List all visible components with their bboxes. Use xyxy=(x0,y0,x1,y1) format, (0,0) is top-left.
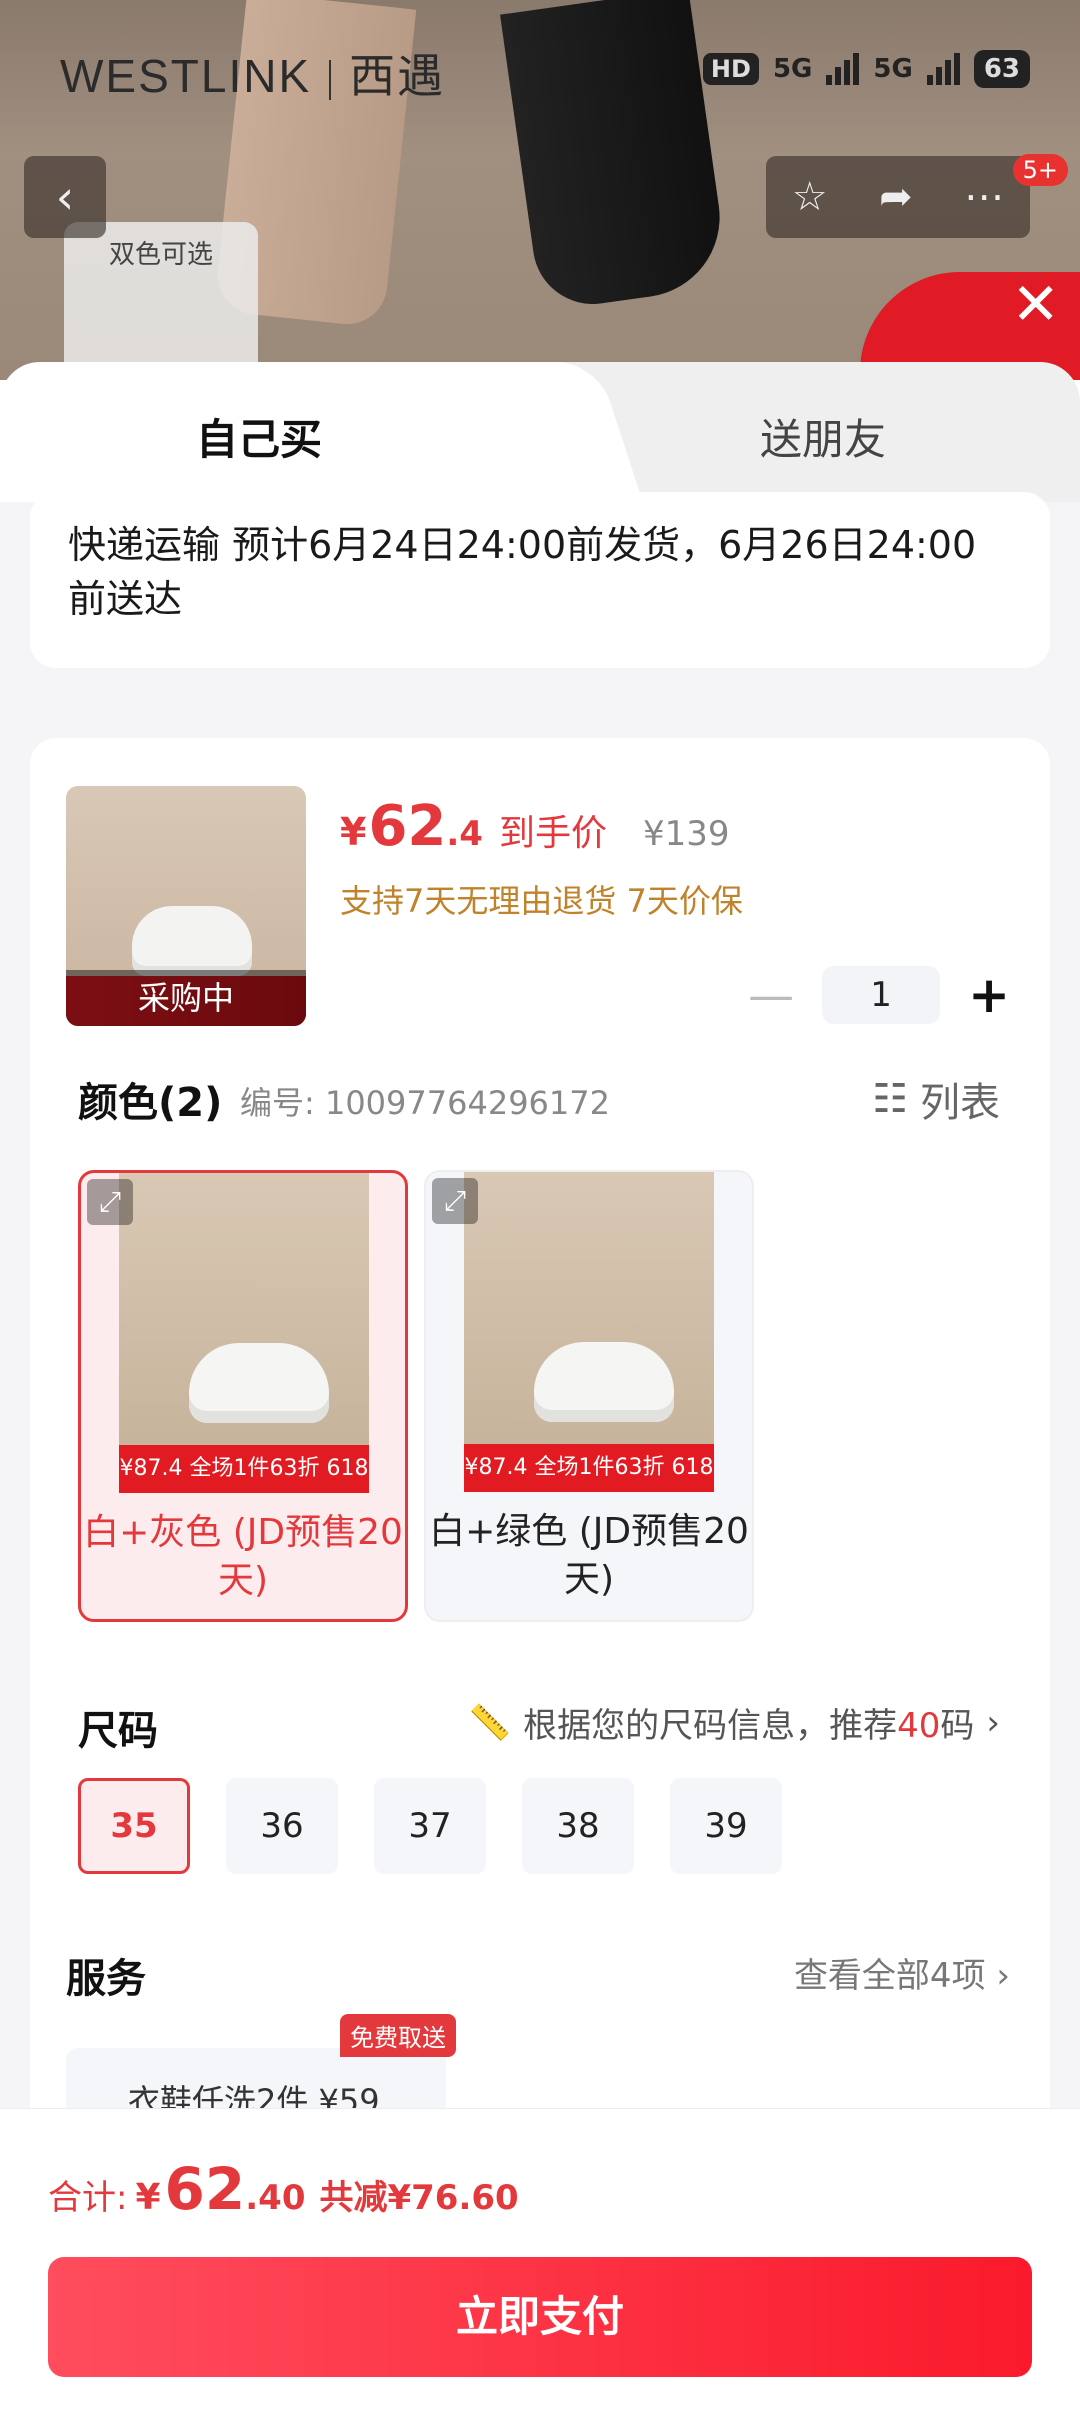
purchasing-status: 采购中 xyxy=(66,970,306,1026)
price-currency: ¥ xyxy=(340,810,367,854)
signal-icon xyxy=(826,53,860,85)
list-view-toggle[interactable]: ☷ 列表 xyxy=(872,1070,1000,1128)
total-decimal: .40 xyxy=(245,2178,306,2218)
size-option-36[interactable]: 36 xyxy=(226,1778,338,1874)
close-icon[interactable]: ✕ xyxy=(1011,270,1060,338)
size-tip-number: 40 xyxy=(897,1706,941,1746)
size-heading: 尺码 xyxy=(78,1708,158,1754)
color-option-white-green[interactable]: ¥87.4 全场1件63折 618 ⤢ 白+绿色 (JD预售20天) xyxy=(424,1170,754,1622)
quantity-stepper: — 1 + xyxy=(748,966,1010,1024)
share-icon[interactable]: ➦ xyxy=(879,174,913,220)
color-option-white-gray[interactable]: ¥87.4 全场1件63折 618 ⤢ 白+灰色 (JD预售20天) xyxy=(78,1170,408,1622)
product-thumbnail[interactable]: 采购中 xyxy=(66,786,306,1026)
size-option-39[interactable]: 39 xyxy=(670,1778,782,1874)
service-item-label: 衣鞋任洗2件 ¥59 xyxy=(128,2082,380,2112)
chevron-right-icon: › xyxy=(996,1956,1010,1996)
size-tip-suffix: 码 xyxy=(940,1706,975,1746)
total-currency: ¥ xyxy=(135,2177,161,2218)
net-5g-label-2: 5G xyxy=(873,54,913,84)
top-action-group: ☆ ➦ ⋯ xyxy=(766,156,1030,238)
brand-name-cn: 西遇 xyxy=(349,50,446,102)
net-5g-label: 5G xyxy=(772,54,813,84)
purchase-sheet: 自己买 送朋友 快递运输 预计6月24日24:00前发货，6月26日24:00前… xyxy=(0,362,1080,2112)
service-item[interactable]: 衣鞋任洗2件 ¥59 xyxy=(66,2048,446,2112)
size-option-35[interactable]: 35 xyxy=(78,1778,190,1874)
expand-icon[interactable]: ⤢ xyxy=(87,1179,133,1225)
free-pickup-tag: 免费取送 xyxy=(340,2014,456,2057)
view-all-label: 查看全部4项 xyxy=(793,1956,986,1996)
signal-icon-2 xyxy=(926,53,960,85)
shoe-image xyxy=(132,906,252,976)
shoe-image xyxy=(189,1343,329,1423)
price-row: ¥ 62 .4 到手价 ¥139 xyxy=(340,794,730,859)
minus-button[interactable]: — xyxy=(748,968,794,1022)
promo-strip: ¥87.4 全场1件63折 618 xyxy=(119,1445,369,1493)
original-price: ¥139 xyxy=(642,814,730,854)
final-price-label: 到手价 xyxy=(498,813,607,854)
size-tip-prefix: 根据您的尺码信息，推荐 xyxy=(523,1706,898,1746)
promo-strip: ¥87.4 全场1件63折 618 xyxy=(464,1444,714,1492)
ruler-icon: 📏 xyxy=(468,1702,512,1743)
tab-send-to-friend[interactable]: 送朋友 xyxy=(760,406,886,467)
two-color-label: 双色可选 xyxy=(108,240,213,270)
buy-mode-tabs: 自己买 送朋友 xyxy=(0,362,1080,502)
color-option-name: 白+绿色 (JD预售20天) xyxy=(429,1511,749,1600)
shoe-image xyxy=(534,1342,674,1422)
delivery-info: 快递运输 预计6月24日24:00前发货，6月26日24:00前送达 xyxy=(30,492,1050,668)
color-heading: 颜色(2) xyxy=(78,1080,223,1126)
quantity-value[interactable]: 1 xyxy=(822,966,941,1024)
hero-pants-image xyxy=(500,0,730,312)
total-discount: 共减¥76.60 xyxy=(319,2178,519,2218)
chevron-left-icon: ‹ xyxy=(55,170,75,224)
size-recommendation[interactable]: 📏 根据您的尺码信息，推荐40码 › xyxy=(469,1698,1000,1747)
view-all-services[interactable]: 查看全部4项 › xyxy=(794,1948,1010,1997)
brand-logo: WESTLINK 西遇 xyxy=(60,40,445,106)
chevron-right-icon: › xyxy=(986,1702,1000,1743)
pay-now-button[interactable]: 立即支付 xyxy=(48,2257,1032,2377)
expand-icon[interactable]: ⤢ xyxy=(432,1178,478,1224)
star-icon[interactable]: ☆ xyxy=(792,174,828,220)
service-heading: 服务 xyxy=(66,1956,146,2002)
more-icon[interactable]: ⋯ xyxy=(964,174,1004,220)
tab-buy-for-self[interactable]: 自己买 xyxy=(196,406,322,467)
list-icon: ☷ xyxy=(872,1076,908,1122)
plus-button[interactable]: + xyxy=(968,966,1010,1024)
price-decimal: .4 xyxy=(446,814,483,854)
size-option-38[interactable]: 38 xyxy=(522,1778,634,1874)
total-price: 合计: ¥ 62 .40 共减¥76.60 xyxy=(48,2155,519,2223)
size-option-37[interactable]: 37 xyxy=(374,1778,486,1874)
hd-icon: HD xyxy=(702,53,759,85)
message-count-badge: 5+ xyxy=(1012,154,1068,186)
return-promise: 支持7天无理由退货 7天价保 xyxy=(340,882,743,920)
color-option-image: ¥87.4 全场1件63折 618 xyxy=(464,1172,714,1492)
total-label: 合计: xyxy=(48,2178,128,2218)
sku-number: 编号: 10097764296172 xyxy=(240,1084,610,1122)
color-option-image: ¥87.4 全场1件63折 618 xyxy=(119,1173,369,1493)
color-option-name: 白+灰色 (JD预售20天) xyxy=(83,1512,403,1601)
brand-name: WESTLINK xyxy=(60,50,312,102)
list-label: 列表 xyxy=(920,1080,1000,1126)
back-button[interactable]: ‹ xyxy=(24,156,106,238)
total-integer: 62 xyxy=(164,2155,246,2223)
status-bar-icons: HD 5G 5G 63 xyxy=(702,50,1030,88)
checkout-bar: 合计: ¥ 62 .40 共减¥76.60 立即支付 xyxy=(0,2108,1080,2412)
two-color-thumbnail: 双色可选 xyxy=(64,222,258,380)
battery-icon: 63 xyxy=(973,50,1030,88)
product-options-card: 采购中 ¥ 62 .4 到手价 ¥139 支持7天无理由退货 7天价保 — 1 … xyxy=(30,738,1050,2112)
price-integer: 62 xyxy=(368,794,447,859)
